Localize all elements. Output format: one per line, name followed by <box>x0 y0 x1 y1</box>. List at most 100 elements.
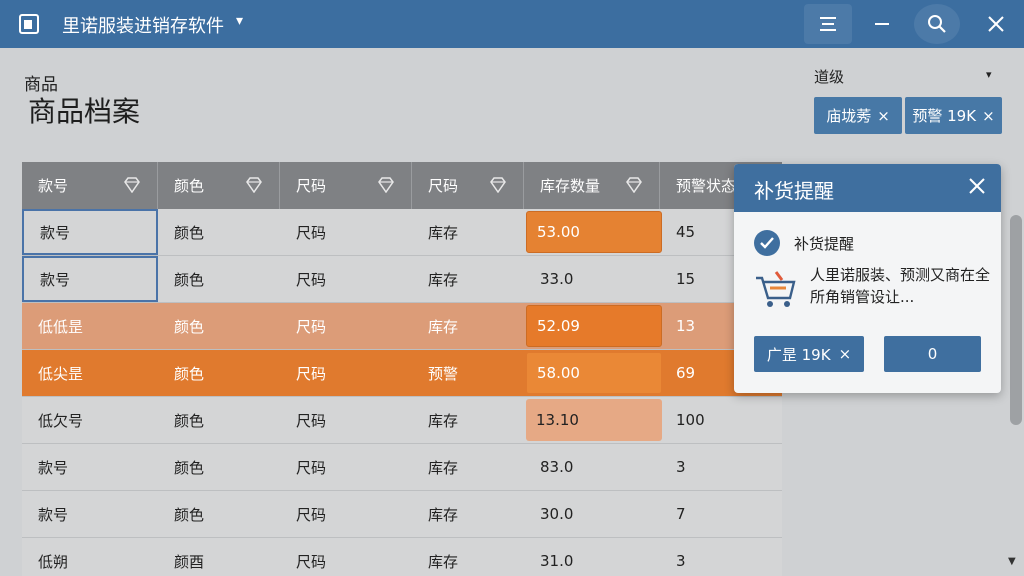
cell-size[interactable]: 尺码 <box>280 397 412 443</box>
close-icon[interactable]: × <box>877 107 890 125</box>
diamond-icon[interactable] <box>245 177 263 193</box>
notification-message: 人里诺服装、预测又商在全所角销管设让... <box>810 266 991 306</box>
cell-style-no[interactable]: 低欠号 <box>22 397 158 443</box>
cell-quantity[interactable]: 53.00 <box>526 211 662 253</box>
cell-stock[interactable]: 库存 <box>412 538 524 576</box>
close-window-button[interactable] <box>972 4 1020 44</box>
cell-size[interactable]: 尺码 <box>280 491 412 537</box>
cell-size[interactable]: 尺码 <box>280 444 412 490</box>
column-header[interactable]: 尺码 <box>412 162 524 209</box>
column-header-label: 尺码 <box>428 177 459 195</box>
close-icon[interactable]: × <box>839 345 852 363</box>
column-header-label: 款号 <box>38 177 69 195</box>
cell-color[interactable]: 颜色 <box>158 444 280 490</box>
menu-button[interactable] <box>804 4 852 44</box>
filter-dropdown-label[interactable]: 道级 <box>814 66 844 87</box>
cell-style-no[interactable]: 低尖昰 <box>22 350 158 396</box>
cell-quantity[interactable]: 33.0 <box>524 256 660 302</box>
cell-style-no[interactable]: 款号 <box>22 444 158 490</box>
cell-stock[interactable]: 库存 <box>412 209 524 255</box>
cell-size[interactable]: 尺码 <box>280 350 412 396</box>
shopping-cart-icon <box>756 271 796 307</box>
cell-size[interactable]: 尺码 <box>280 303 412 349</box>
cell-quantity[interactable]: 52.09 <box>526 305 662 347</box>
restock-notification: 补货提醒 补货提醒 人里诺服装、预测又商在全所角销管设让... 广昰 19K ×… <box>734 164 1001 393</box>
cell-size[interactable]: 尺码 <box>280 256 412 302</box>
cell-warning[interactable]: 7 <box>660 491 782 537</box>
scroll-down-icon[interactable]: ▼ <box>1008 556 1016 567</box>
cell-stock[interactable]: 库存 <box>412 256 524 302</box>
cell-color[interactable]: 颜色 <box>158 256 280 302</box>
cell-style-no[interactable]: 款号 <box>22 256 158 302</box>
cell-size[interactable]: 尺码 <box>280 538 412 576</box>
column-header[interactable]: 库存数量 <box>524 162 660 209</box>
table-row[interactable]: 款号 颜色 尺码 库存 53.00 45 <box>22 209 782 256</box>
notification-check-label: 补货提醒 <box>794 235 855 253</box>
column-header[interactable]: 款号 <box>22 162 158 209</box>
filter-chip-label: 预警 19K <box>912 107 977 125</box>
notification-confirm-button[interactable]: 0 <box>884 336 981 372</box>
search-button[interactable] <box>914 4 960 44</box>
cell-style-no[interactable]: 低低昰 <box>22 303 158 349</box>
column-header[interactable]: 颜色 <box>158 162 280 209</box>
cell-style-no[interactable]: 款号 <box>22 491 158 537</box>
notification-action-label: 广昰 19K <box>766 345 831 364</box>
search-icon <box>928 15 946 33</box>
title-bar: 里诺服装进销存软件 ▾ <box>0 0 1024 48</box>
scrollbar-thumb[interactable] <box>1010 215 1022 425</box>
cell-stock[interactable]: 库存 <box>412 303 524 349</box>
table-row[interactable]: 款号 颜色 尺码 库存 33.0 15 <box>22 256 782 303</box>
app-title[interactable]: 里诺服装进销存软件 <box>62 12 224 38</box>
notification-header: 补货提醒 <box>734 164 1001 212</box>
cell-stock[interactable]: 预警 <box>412 350 524 396</box>
close-icon[interactable] <box>967 176 987 196</box>
table-header: 款号 颜色 尺码 尺码 库存数量 预警状态 <box>22 162 782 209</box>
cell-quantity[interactable]: 30.0 <box>524 491 660 537</box>
diamond-icon[interactable] <box>123 177 141 193</box>
cell-color[interactable]: 颜色 <box>158 303 280 349</box>
page-title: 商品档案 <box>28 95 141 128</box>
table-row[interactable]: 款号 颜色 尺码 库存 83.0 3 <box>22 444 782 491</box>
column-header-label: 颜色 <box>174 177 205 195</box>
cell-color[interactable]: 颜色 <box>158 491 280 537</box>
cell-color[interactable]: 颜酉 <box>158 538 280 576</box>
table-row[interactable]: 低尖昰 颜色 尺码 预警 58.00 69 <box>22 350 782 397</box>
cell-quantity[interactable]: 83.0 <box>524 444 660 490</box>
table-row[interactable]: 低低昰 颜色 尺码 库存 52.09 13 <box>22 303 782 350</box>
notification-action-button[interactable]: 广昰 19K × <box>754 336 864 372</box>
cell-quantity[interactable]: 13.10 <box>526 399 662 441</box>
cell-warning[interactable]: 3 <box>660 538 782 576</box>
cell-warning[interactable]: 100 <box>660 397 782 443</box>
app-window-icon[interactable] <box>18 13 40 35</box>
cell-stock[interactable]: 库存 <box>412 444 524 490</box>
minimize-icon <box>875 23 889 25</box>
diamond-icon[interactable] <box>625 177 643 193</box>
title-dropdown-caret[interactable]: ▾ <box>236 13 243 29</box>
column-header-label: 预警状态 <box>676 177 737 195</box>
filter-chip[interactable]: 预警 19K × <box>905 97 1002 134</box>
check-circle-icon <box>754 230 780 256</box>
cell-stock[interactable]: 库存 <box>412 491 524 537</box>
cell-style-no[interactable]: 款号 <box>22 209 158 255</box>
cell-quantity[interactable]: 31.0 <box>524 538 660 576</box>
cell-size[interactable]: 尺码 <box>280 209 412 255</box>
cell-quantity[interactable]: 58.00 <box>526 352 662 394</box>
cell-warning[interactable]: 3 <box>660 444 782 490</box>
table-row[interactable]: 款号 颜色 尺码 库存 30.0 7 <box>22 491 782 538</box>
filter-chip[interactable]: 庙垅莠 × <box>814 97 902 134</box>
table-row[interactable]: 低朔 颜酉 尺码 库存 31.0 3 <box>22 538 782 576</box>
column-header[interactable]: 尺码 <box>280 162 412 209</box>
minimize-button[interactable] <box>858 4 906 44</box>
cell-color[interactable]: 颜色 <box>158 397 280 443</box>
filter-chip-label: 庙垅莠 <box>826 107 872 125</box>
cell-color[interactable]: 颜色 <box>158 350 280 396</box>
cell-stock[interactable]: 库存 <box>412 397 524 443</box>
diamond-icon[interactable] <box>489 177 507 193</box>
table-row[interactable]: 低欠号 颜色 尺码 库存 13.10 100 <box>22 397 782 444</box>
cell-color[interactable]: 颜色 <box>158 209 280 255</box>
diamond-icon[interactable] <box>377 177 395 193</box>
cell-style-no[interactable]: 低朔 <box>22 538 158 576</box>
close-icon[interactable]: × <box>982 107 995 125</box>
column-header-label: 库存数量 <box>540 177 601 195</box>
chevron-down-icon[interactable]: ▾ <box>986 68 992 81</box>
